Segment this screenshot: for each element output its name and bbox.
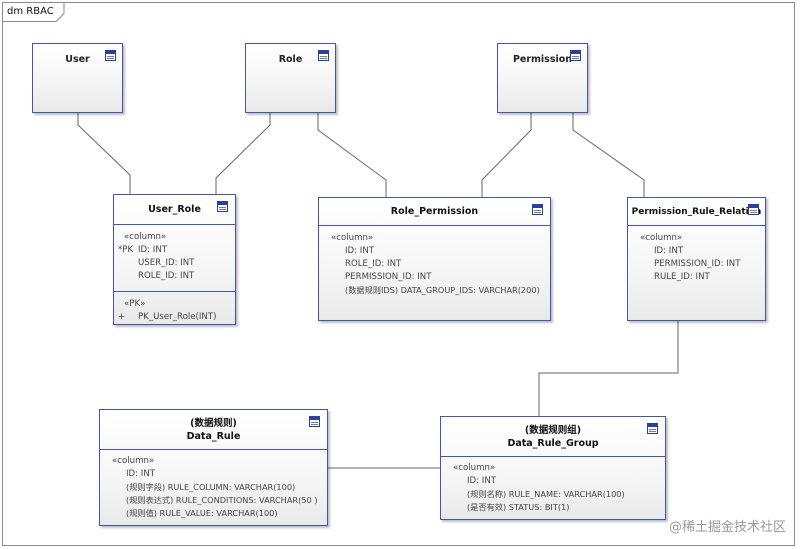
table-role-permission[interactable]: Role_Permission «column» ID: INT ROLE_ID… <box>318 197 551 321</box>
table-header: Data_Rule <box>186 431 241 442</box>
column-stereotype: «column» <box>331 233 374 243</box>
table-alias: (数据规则) <box>190 418 237 429</box>
table-header: Role_Permission <box>319 198 550 226</box>
column-stereotype: «column» <box>640 233 683 243</box>
column-row: ID: INT <box>467 476 496 486</box>
column-row: (规则表达式) RULE_CONDITIONS: VARCHAR(50 ) <box>126 495 318 505</box>
entity-role[interactable]: Role <box>245 43 336 113</box>
operation-visibility: + <box>118 312 126 322</box>
entity-permission-name: Permission <box>512 54 573 65</box>
column-row: (规则值) RULE_VALUE: VARCHAR(100) <box>126 508 278 518</box>
table-icon <box>318 50 329 61</box>
entity-permission[interactable]: Permission <box>497 43 588 113</box>
table-icon <box>309 416 320 427</box>
connector-relation-group <box>538 321 679 416</box>
entity-user-name: User <box>65 54 90 65</box>
operation-stereotype: «PK» <box>124 299 146 309</box>
entity-role-name: Role <box>278 54 303 65</box>
column-stereotype: «column» <box>124 232 167 242</box>
table-icon <box>532 204 543 215</box>
column-row: (是否有效) STATUS: BIT(1) <box>467 502 570 512</box>
table-icon <box>647 423 658 434</box>
column-row: (规则字段) RULE_COLUMN: VARCHAR(100) <box>126 482 296 492</box>
connector-role-rolepermission <box>317 113 387 197</box>
column-stereotype: «column» <box>453 463 496 473</box>
connector-permission-relation <box>572 113 645 197</box>
column-row: (数据规则IDS) DATA_GROUP_IDS: VARCHAR(200) <box>345 285 540 295</box>
connector-role-userrole <box>215 113 271 194</box>
table-icon <box>217 201 228 212</box>
column-row: ID: INT <box>345 246 374 256</box>
entity-user[interactable]: User <box>32 43 123 113</box>
column-row: ROLE_ID: INT <box>345 259 402 269</box>
column-row: ROLE_ID: INT <box>138 271 195 281</box>
table-data-rule-group[interactable]: (数据规则组) Data_Rule_Group «column» ID: INT… <box>440 416 666 520</box>
operation-row: PK_User_Role(INT) <box>138 312 217 322</box>
column-stereotype: «column» <box>112 456 155 466</box>
table-icon <box>570 50 581 61</box>
pk-marker: *PK <box>118 245 134 255</box>
column-row: (规则名称) RULE_NAME: VARCHAR(100) <box>467 489 625 499</box>
connector-user-userrole <box>77 113 131 194</box>
column-row: ID: INT <box>126 469 155 479</box>
column-row: ID: INT <box>654 246 683 256</box>
table-user-role[interactable]: User_Role «column» *PK ID: INT USER_ID: … <box>113 194 236 325</box>
table-alias: (数据规则组) <box>524 425 582 436</box>
column-row: USER_ID: INT <box>138 258 195 268</box>
column-row: PERMISSION_ID: INT <box>345 272 432 282</box>
column-row: RULE_ID: INT <box>654 272 710 282</box>
table-permission-rule-relation[interactable]: Permission_Rule_Relation «column» ID: IN… <box>627 197 766 321</box>
watermark: @稀土掘金技术社区 <box>668 520 786 535</box>
table-header: Permission_Rule_Relation <box>628 198 765 226</box>
column-row: PERMISSION_ID: INT <box>654 259 741 269</box>
table-header: Data_Rule_Group <box>507 438 599 449</box>
table-icon <box>748 204 759 215</box>
table-data-rule[interactable]: (数据规则) Data_Rule «column» ID: INT (规则字段)… <box>99 409 328 526</box>
connector-permission-rolepermission <box>481 113 532 197</box>
table-icon <box>105 50 116 61</box>
